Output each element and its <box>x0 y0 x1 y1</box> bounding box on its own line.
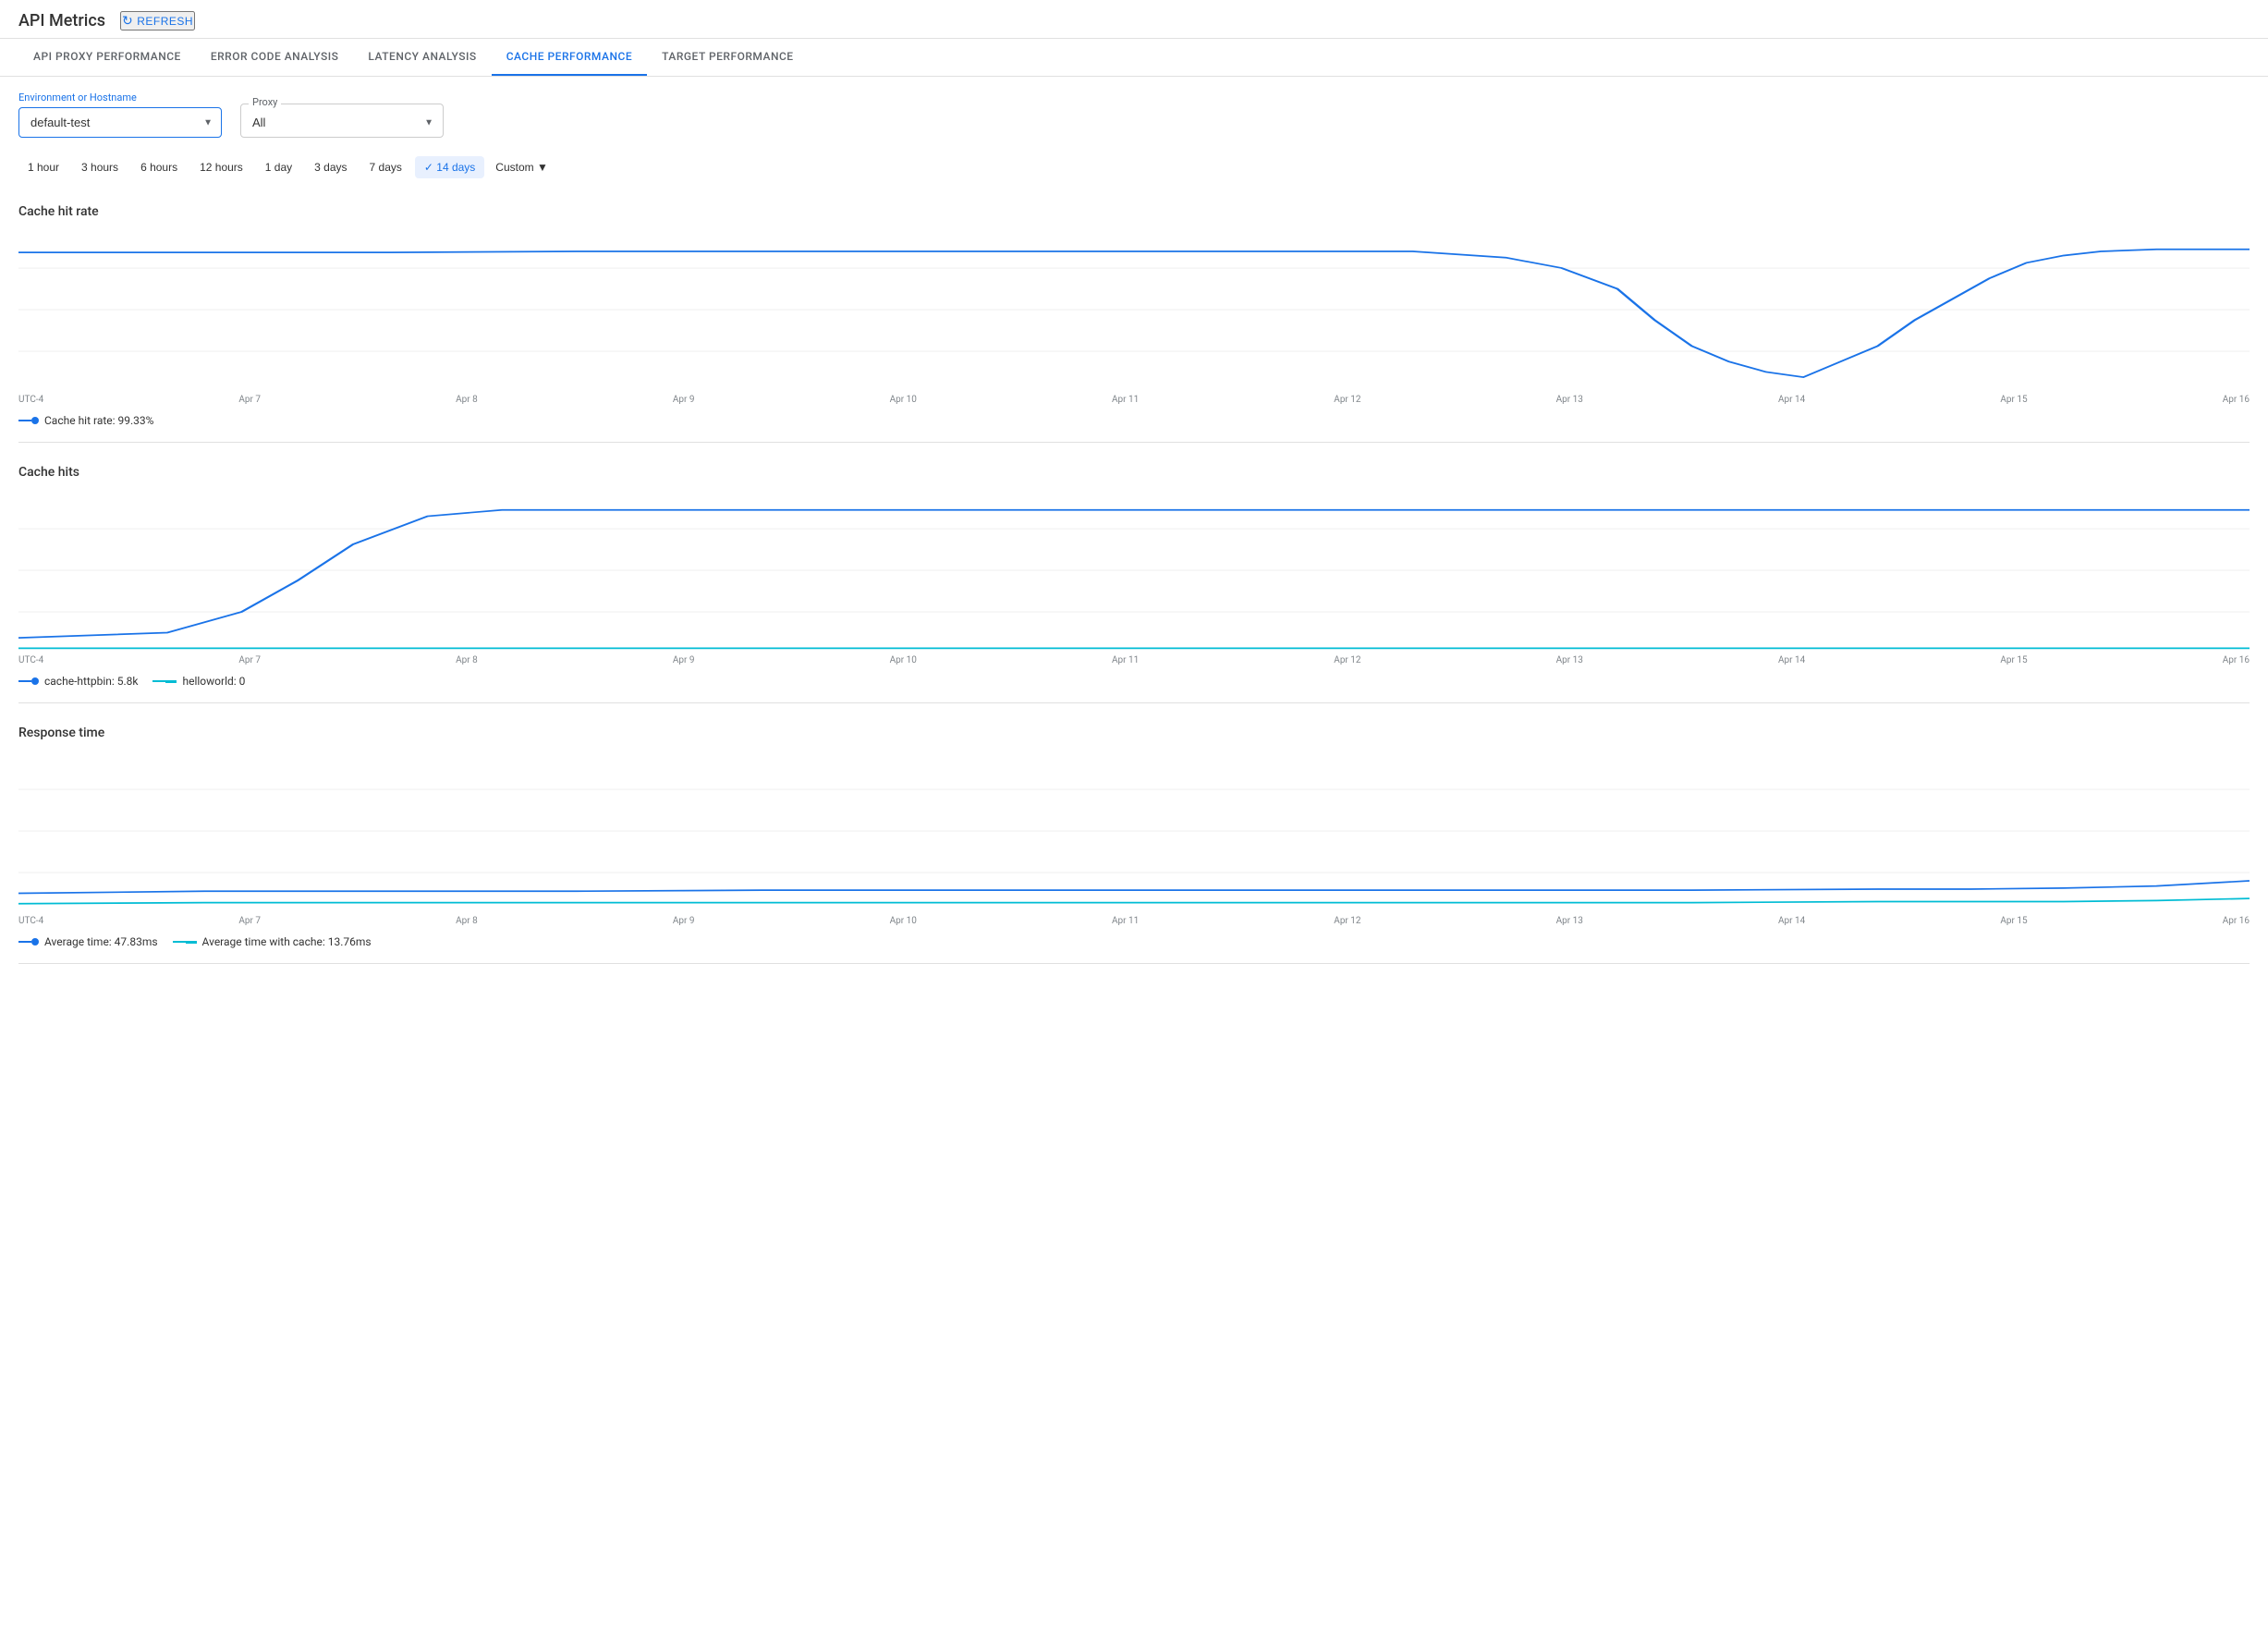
legend-avg-cache-icon <box>173 941 197 944</box>
cache-hits-title: Cache hits <box>18 450 2250 487</box>
x-label-apr14-2: Apr 14 <box>1778 655 1805 665</box>
tab-api-proxy[interactable]: API PROXY PERFORMANCE <box>18 39 196 76</box>
x-label-apr12-3: Apr 12 <box>1334 916 1360 926</box>
x-label-apr12-2: Apr 12 <box>1334 655 1360 665</box>
cache-hits-legend: cache-httpbin: 5.8k helloworld: 0 <box>18 667 2250 695</box>
response-time-chart-area <box>18 748 2250 914</box>
refresh-button[interactable]: ↻ REFRESH <box>120 11 195 30</box>
x-label-apr11-3: Apr 11 <box>1112 916 1139 926</box>
environment-filter: Environment or Hostname default-test <box>18 92 222 138</box>
x-label-apr8: Apr 8 <box>456 395 478 405</box>
x-label-apr14: Apr 14 <box>1778 395 1805 405</box>
x-label-apr15: Apr 15 <box>2000 395 2027 405</box>
x-label-apr10-2: Apr 10 <box>890 655 917 665</box>
time-7days[interactable]: 7 days <box>360 156 411 178</box>
x-label-apr16-3: Apr 16 <box>2223 916 2250 926</box>
x-label-apr11: Apr 11 <box>1112 395 1139 405</box>
x-label-apr12: Apr 12 <box>1334 395 1360 405</box>
filters-bar: Environment or Hostname default-test Pro… <box>0 77 2268 152</box>
environment-select[interactable]: default-test <box>18 107 222 138</box>
legend-avg-time-label: Average time: 47.83ms <box>44 935 158 948</box>
tab-error-code[interactable]: ERROR CODE ANALYSIS <box>196 39 354 76</box>
environment-label: Environment or Hostname <box>18 92 222 104</box>
cache-hit-rate-title: Cache hit rate <box>18 189 2250 226</box>
refresh-label: REFRESH <box>137 15 193 28</box>
cache-hit-rate-chart-area <box>18 226 2250 393</box>
charts-container: Cache hit rate UTC-4 Apr 7 Apr 8 Apr 9 A… <box>0 189 2268 964</box>
legend-helloworld: helloworld: 0 <box>152 675 245 688</box>
response-time-section: Response time UTC-4 Apr 7 Apr 8 Apr 9 Ap… <box>18 711 2250 964</box>
time-1hour[interactable]: 1 hour <box>18 156 68 178</box>
cache-hits-chart-area <box>18 487 2250 653</box>
response-time-title: Response time <box>18 711 2250 748</box>
x-label-apr7-3: Apr 7 <box>238 916 261 926</box>
response-time-x-axis: UTC-4 Apr 7 Apr 8 Apr 9 Apr 10 Apr 11 Ap… <box>18 914 2250 928</box>
header: API Metrics ↻ REFRESH <box>0 0 2268 39</box>
x-label-apr13: Apr 13 <box>1556 395 1583 405</box>
tab-target[interactable]: TARGET PERFORMANCE <box>647 39 808 76</box>
time-3days[interactable]: 3 days <box>305 156 356 178</box>
legend-avg-time: Average time: 47.83ms <box>18 935 158 948</box>
response-time-legend: Average time: 47.83ms Average time with … <box>18 928 2250 956</box>
legend-cache-hit-rate-label: Cache hit rate: 99.33% <box>44 414 153 427</box>
cache-hit-rate-legend: Cache hit rate: 99.33% <box>18 407 2250 434</box>
time-filter-bar: 1 hour 3 hours 6 hours 12 hours 1 day 3 … <box>0 152 2268 189</box>
cache-hit-rate-x-axis: UTC-4 Apr 7 Apr 8 Apr 9 Apr 10 Apr 11 Ap… <box>18 393 2250 407</box>
x-label-apr11-2: Apr 11 <box>1112 655 1139 665</box>
legend-avg-icon <box>18 938 39 946</box>
x-label-apr9: Apr 9 <box>673 395 695 405</box>
cache-hits-section: Cache hits UTC-4 Apr 7 Apr 8 Apr 9 Apr 1… <box>18 450 2250 703</box>
cache-hit-rate-section: Cache hit rate UTC-4 Apr 7 Apr 8 Apr 9 A… <box>18 189 2250 443</box>
x-label-apr16-2: Apr 16 <box>2223 655 2250 665</box>
legend-helloworld-label: helloworld: 0 <box>182 675 245 688</box>
x-label-utc-3: UTC-4 <box>18 916 43 926</box>
environment-select-wrapper: default-test <box>18 107 222 138</box>
time-12hours[interactable]: 12 hours <box>190 156 252 178</box>
proxy-label: Proxy <box>249 96 281 108</box>
legend-line-icon <box>18 417 39 424</box>
x-label-apr10: Apr 10 <box>890 395 917 405</box>
refresh-icon: ↻ <box>122 13 133 29</box>
legend-teal-icon <box>152 680 177 683</box>
x-label-apr14-3: Apr 14 <box>1778 916 1805 926</box>
page-title: API Metrics <box>18 11 105 30</box>
legend-cache-httpbin: cache-httpbin: 5.8k <box>18 675 138 688</box>
x-label-apr13-2: Apr 13 <box>1556 655 1583 665</box>
x-label-apr10-3: Apr 10 <box>890 916 917 926</box>
x-label-utc: UTC-4 <box>18 395 43 405</box>
time-3hours[interactable]: 3 hours <box>72 156 128 178</box>
x-label-apr15-2: Apr 15 <box>2000 655 2027 665</box>
time-14days[interactable]: ✓ 14 days <box>415 156 484 178</box>
legend-blue-icon <box>18 677 39 685</box>
tabs-nav: API PROXY PERFORMANCE ERROR CODE ANALYSI… <box>0 39 2268 77</box>
x-label-apr8-2: Apr 8 <box>456 655 478 665</box>
proxy-filter: Proxy All ▼ <box>240 104 444 138</box>
proxy-select-wrapper: All ▼ <box>241 108 443 137</box>
x-label-apr7: Apr 7 <box>238 395 261 405</box>
legend-avg-time-cache: Average time with cache: 13.76ms <box>173 935 372 948</box>
proxy-select[interactable]: All <box>241 108 443 137</box>
x-label-apr8-3: Apr 8 <box>456 916 478 926</box>
time-6hours[interactable]: 6 hours <box>131 156 187 178</box>
time-custom[interactable]: Custom ▼ <box>488 156 555 178</box>
x-label-apr9-3: Apr 9 <box>673 916 695 926</box>
x-label-utc-2: UTC-4 <box>18 655 43 665</box>
x-label-apr16: Apr 16 <box>2223 395 2250 405</box>
x-label-apr15-3: Apr 15 <box>2000 916 2027 926</box>
legend-cache-httpbin-label: cache-httpbin: 5.8k <box>44 675 138 688</box>
proxy-box: Proxy All ▼ <box>240 104 444 138</box>
x-label-apr7-2: Apr 7 <box>238 655 261 665</box>
tab-cache[interactable]: CACHE PERFORMANCE <box>492 39 647 76</box>
tab-latency[interactable]: LATENCY ANALYSIS <box>353 39 491 76</box>
cache-hits-x-axis: UTC-4 Apr 7 Apr 8 Apr 9 Apr 10 Apr 11 Ap… <box>18 653 2250 667</box>
time-1day[interactable]: 1 day <box>256 156 301 178</box>
legend-avg-time-cache-label: Average time with cache: 13.76ms <box>202 935 372 948</box>
legend-cache-hit-rate: Cache hit rate: 99.33% <box>18 414 153 427</box>
x-label-apr9-2: Apr 9 <box>673 655 695 665</box>
x-label-apr13-3: Apr 13 <box>1556 916 1583 926</box>
